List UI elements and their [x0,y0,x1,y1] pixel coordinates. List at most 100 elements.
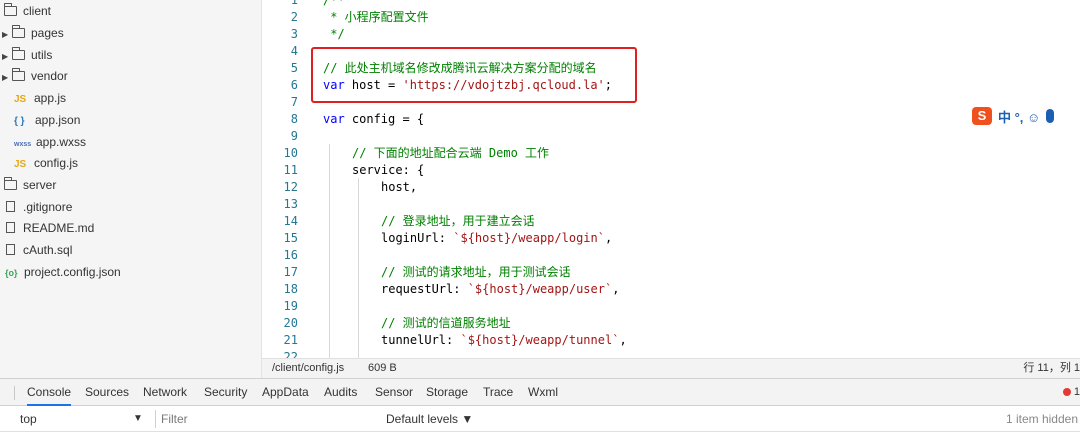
error-count: 1 [1073,386,1080,398]
code-line: var config = { [323,111,424,128]
tree-item-utils[interactable]: ▶ utils [2,45,52,66]
error-count-badge[interactable]: 1 [1062,379,1080,406]
line-number: 11 [283,163,298,177]
file-icon [6,222,15,233]
tab-network[interactable]: Network [143,379,187,406]
js-file-icon: JS [14,94,27,105]
tree-item-pages[interactable]: ▶ pages [2,23,64,44]
keyword: var [323,112,345,126]
file-path: /client/config.js [272,362,345,374]
tree-item-app-json[interactable]: { } app.json [14,110,80,131]
chevron-right-icon[interactable]: ▶ [2,24,12,45]
microphone-icon[interactable] [1046,109,1055,123]
code-text: , [604,231,613,245]
tree-item-app-wxss[interactable]: wxss app.wxss [14,132,86,153]
line-number: 5 [290,61,298,75]
line-number: 8 [290,112,298,126]
json-file-icon: { } [14,116,25,127]
tab-audits[interactable]: Audits [324,379,357,406]
line-number: 2 [290,10,298,24]
tab-wxml[interactable]: Wxml [528,379,558,406]
indent-guide [358,178,359,358]
ime-toolbar[interactable]: S 中 °, ☺ [972,106,1055,126]
tree-item-label: server [23,178,57,192]
tab-security[interactable]: Security [204,379,247,406]
tree-item-label: project.config.json [24,265,121,279]
folder-open-icon [4,3,17,16]
line-number: 22 [283,350,298,358]
tab-storage[interactable]: Storage [426,379,468,406]
code-text: config = { [344,112,425,126]
tree-item-label: app.json [35,113,81,127]
chevron-down-icon[interactable]: ▼ [133,406,143,432]
tree-item-project-config[interactable]: {o} project.config.json [5,262,121,283]
tab-console[interactable]: Console [27,379,72,406]
file-icon [6,201,15,212]
tab-appdata[interactable]: AppData [262,379,309,406]
string-literal: `${host}/weapp/user` [467,282,613,296]
tree-item-app-js[interactable]: JS app.js [14,88,66,109]
ime-status-text[interactable]: 中 °, ☺ [998,107,1040,126]
folder-icon [12,47,25,60]
code-line: // 登录地址，用于建立会话 [381,214,535,228]
tree-item-gitignore[interactable]: .gitignore [6,197,72,218]
line-number: 4 [290,44,298,58]
cursor-position[interactable]: 行 11，列 1 [1023,359,1080,378]
line-number: 20 [283,316,298,330]
code-line: // 下面的地址配合云端 Demo 工作 [352,146,550,160]
tab-trace[interactable]: Trace [483,379,513,406]
code-text: , [612,282,620,296]
devtools-tab-bar: Console Sources Network Security AppData… [0,378,1080,406]
code-line: loginUrl: `${host}/weapp/login`, [381,230,612,247]
hidden-items-count: 1 item hidden [1005,412,1078,426]
code-text: requestUrl: [381,282,468,296]
tree-item-cauth-sql[interactable]: cAuth.sql [6,240,72,261]
folder-icon [12,25,25,38]
line-number: 1 [290,0,298,7]
console-toolbar: top ▼ Filter Default levels ▼ 1 item hid… [0,406,1080,432]
tree-item-client[interactable]: client [4,1,51,22]
tree-item-config-js[interactable]: JS config.js [14,153,78,174]
line-number: 3 [290,27,298,41]
sogou-ime-logo-icon[interactable]: S [972,107,992,125]
chevron-right-icon[interactable]: ▶ [2,46,12,67]
line-number: 6 [290,78,298,92]
tab-sources[interactable]: Sources [85,379,129,406]
line-number: 18 [283,282,298,296]
tree-item-vendor[interactable]: ▶ vendor [2,66,68,87]
code-line: service: { [352,163,425,177]
wxss-file-icon: wxss [14,141,32,148]
line-number: 12 [283,180,298,194]
filter-input[interactable]: Filter [155,410,375,428]
tree-item-label: app.js [34,91,67,105]
code-line: /** [323,0,345,7]
config-file-icon: {o} [5,268,18,278]
code-line: host, [381,180,418,194]
line-number: 13 [283,197,298,211]
error-icon [1062,388,1071,396]
line-number: 21 [283,333,298,347]
line-number: 14 [283,214,298,228]
log-levels-dropdown[interactable]: Default levels ▼ [386,406,473,432]
line-number: 17 [283,265,298,279]
divider [14,386,15,400]
tree-item-server[interactable]: server [4,175,56,196]
indent-guide [329,144,330,358]
file-tree-sidebar: client ▶ pages ▶ utils ▶ vendor JS app.js { … [0,0,262,378]
file-size: 609 B [368,362,397,374]
tree-item-label: client [23,4,52,18]
code-line: */ [323,27,345,41]
tree-item-label: app.wxss [36,135,87,149]
folder-icon [4,177,17,190]
tree-item-readme[interactable]: README.md [6,218,94,239]
chevron-right-icon[interactable]: ▶ [2,67,12,88]
line-number: 7 [290,95,298,109]
string-literal: `${host}/weapp/tunnel` [460,333,620,347]
context-select[interactable]: top [20,406,37,432]
line-number: 16 [283,248,298,262]
tab-sensor[interactable]: Sensor [375,379,413,406]
tree-item-label: .gitignore [23,200,73,214]
highlight-annotation-box [311,47,637,103]
tree-item-label: vendor [31,69,68,83]
code-line: * 小程序配置文件 [323,10,429,24]
